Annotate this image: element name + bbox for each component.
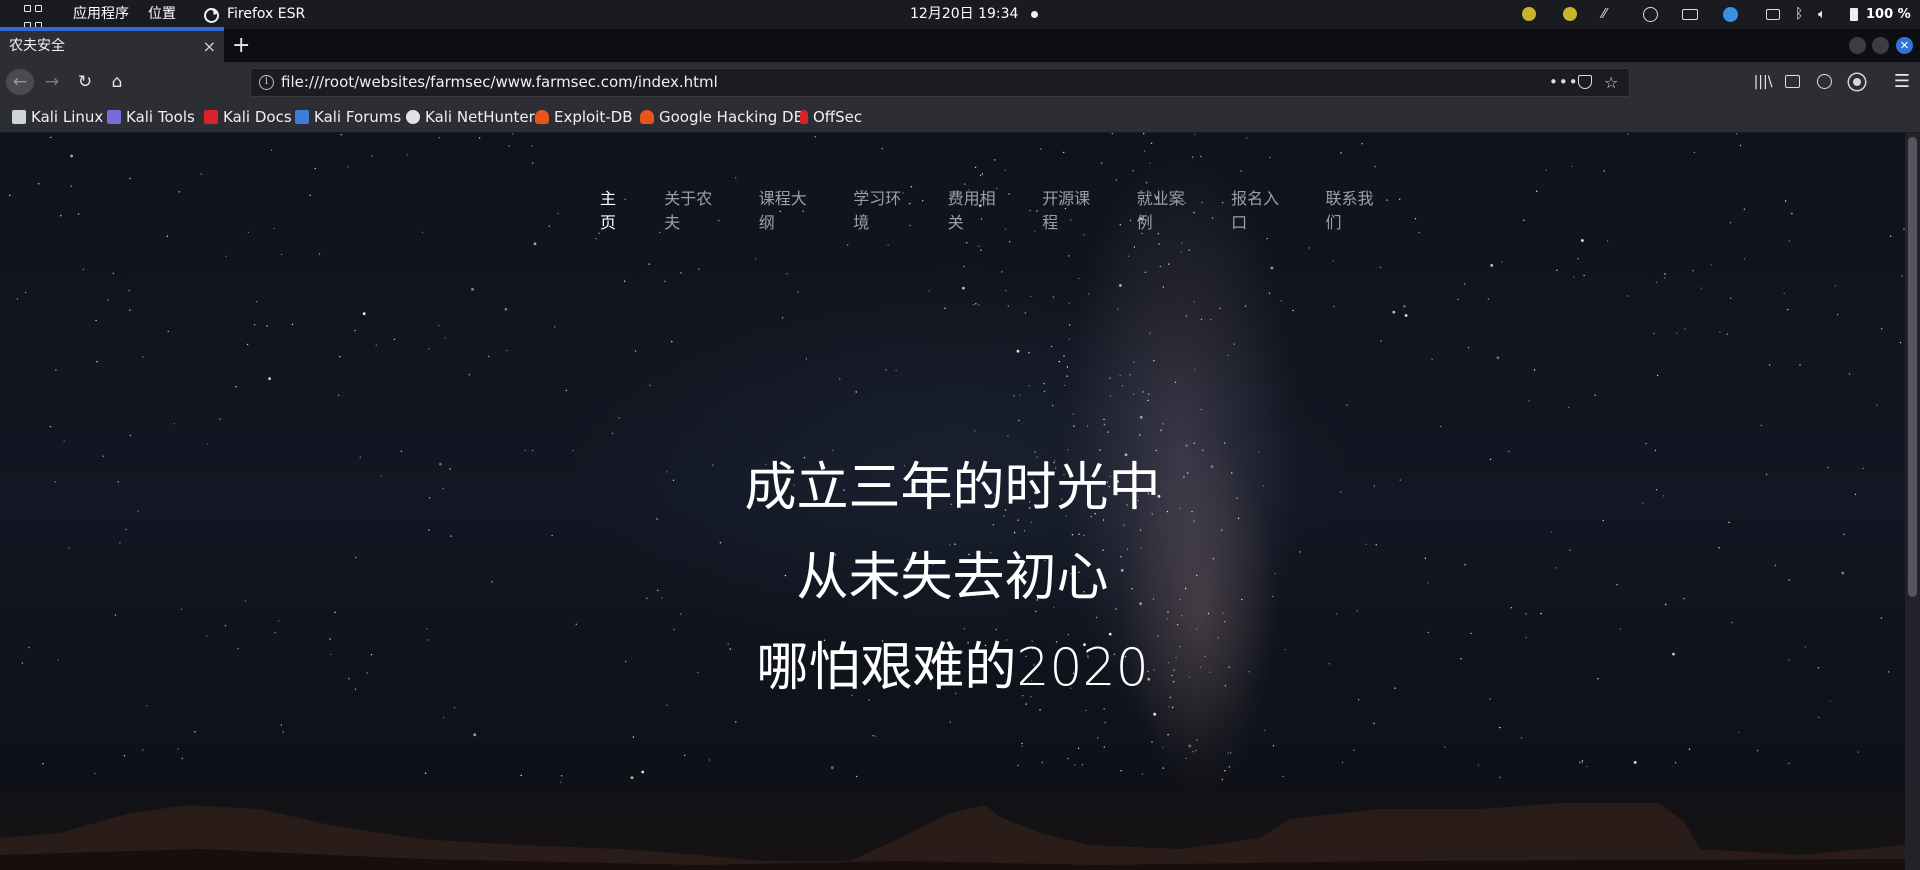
applications-menu[interactable]: 应用程序 bbox=[73, 0, 129, 29]
page-scrollbar[interactable] bbox=[1905, 133, 1920, 870]
clock[interactable]: 12月20日 19:34 bbox=[910, 0, 1018, 29]
maximize-button[interactable] bbox=[1872, 37, 1889, 54]
tab-close-icon[interactable]: × bbox=[203, 31, 216, 62]
hero-line-1: 成立三年的时光中 bbox=[744, 458, 1161, 518]
hero-line-2: 从未失去初心 bbox=[796, 548, 1109, 608]
minimize-button[interactable] bbox=[1849, 37, 1866, 54]
volume-icon[interactable]: 🔈︎ bbox=[1818, 0, 1826, 29]
navigation-toolbar: ← → ↻ ⌂ i file:///root/websites/farmsec/… bbox=[0, 62, 1920, 102]
ghdb-icon bbox=[640, 110, 654, 124]
places-menu[interactable]: 位置 bbox=[148, 0, 176, 29]
bookmark-kali-forums[interactable]: Kali Forums bbox=[295, 102, 401, 132]
system-top-bar: 应用程序 位置 Firefox ESR 12月20日 19:34 ⁄⁄ ᛒ 🔈︎… bbox=[0, 0, 1920, 29]
hero-line-3: 哪怕艰难的2020 bbox=[756, 638, 1149, 698]
kali-docs-icon bbox=[204, 110, 218, 124]
menu-icon[interactable]: ☰ bbox=[1892, 69, 1912, 95]
hero-text: 成立三年的时光中 从未失去初心 哪怕艰难的2020 bbox=[0, 443, 1905, 713]
bookmark-kali-tools[interactable]: Kali Tools bbox=[107, 102, 195, 132]
nav-syllabus[interactable]: 课程大纲 bbox=[759, 185, 819, 233]
nav-environment[interactable]: 学习环境 bbox=[853, 185, 913, 233]
tab-strip: 农夫安全 × + ✕ bbox=[0, 29, 1920, 62]
bookmark-kali-linux[interactable]: Kali Linux bbox=[12, 102, 103, 132]
bookmark-google-hacking-db[interactable]: Google Hacking DB bbox=[640, 102, 804, 132]
tray-activity-icon[interactable]: ⁄⁄ bbox=[1602, 0, 1606, 29]
bookmark-exploit-db[interactable]: Exploit-DB bbox=[535, 102, 633, 132]
kali-dragon-icon bbox=[12, 110, 26, 124]
nav-open-courses[interactable]: 开源课程 bbox=[1042, 185, 1102, 233]
bookmark-offsec[interactable]: OffSec bbox=[800, 102, 862, 132]
nav-registration[interactable]: 报名入口 bbox=[1231, 185, 1291, 233]
active-app-label[interactable]: Firefox ESR bbox=[227, 0, 305, 29]
scrollbar-thumb[interactable] bbox=[1908, 137, 1917, 597]
display-icon[interactable] bbox=[1766, 9, 1780, 20]
notification-dot bbox=[1031, 11, 1038, 18]
update-icon[interactable] bbox=[1723, 7, 1738, 22]
keyboard-icon[interactable] bbox=[1682, 9, 1698, 20]
tab-active[interactable]: 农夫安全 × bbox=[0, 29, 224, 62]
tab-title: 农夫安全 bbox=[9, 38, 65, 54]
url-text[interactable]: file:///root/websites/farmsec/www.farmse… bbox=[281, 69, 718, 96]
nav-home[interactable]: 主页 bbox=[600, 185, 630, 233]
nethunter-icon bbox=[406, 110, 420, 124]
tray-network-icon[interactable] bbox=[1643, 7, 1658, 22]
nav-employment-cases[interactable]: 就业案例 bbox=[1137, 185, 1197, 233]
kali-forums-icon bbox=[295, 110, 309, 124]
tray-app-icon-2[interactable] bbox=[1563, 7, 1577, 21]
kali-tools-icon bbox=[107, 110, 121, 124]
offsec-icon bbox=[800, 110, 808, 124]
page-actions-icon[interactable]: ••• bbox=[1549, 69, 1579, 96]
exploit-db-icon bbox=[535, 110, 549, 124]
bluetooth-icon[interactable]: ᛒ bbox=[1795, 0, 1803, 29]
page-content: 主页 关于农夫 课程大纲 学习环境 费用相关 开源课程 就业案例 报名入口 联系… bbox=[0, 133, 1905, 870]
close-window-button[interactable]: ✕ bbox=[1896, 37, 1913, 54]
new-tab-button[interactable]: + bbox=[232, 29, 250, 62]
battery-percent[interactable]: 100 % bbox=[1866, 0, 1911, 29]
url-bar[interactable]: i file:///root/websites/farmsec/www.farm… bbox=[250, 68, 1630, 97]
bookmark-kali-docs[interactable]: Kali Docs bbox=[204, 102, 292, 132]
battery-icon[interactable] bbox=[1850, 8, 1858, 21]
site-navigation: 主页 关于农夫 课程大纲 学习环境 费用相关 开源课程 就业案例 报名入口 联系… bbox=[600, 185, 1420, 233]
bookmarks-toolbar: Kali Linux Kali Tools Kali Docs Kali For… bbox=[0, 102, 1920, 133]
nav-fees[interactable]: 费用相关 bbox=[948, 185, 1008, 233]
extension-icon[interactable] bbox=[1849, 74, 1865, 90]
account-icon[interactable] bbox=[1817, 74, 1832, 89]
back-button[interactable]: ← bbox=[6, 69, 34, 95]
bookmark-star-icon[interactable]: ☆ bbox=[1604, 69, 1618, 96]
home-button[interactable]: ⌂ bbox=[105, 69, 129, 95]
info-icon[interactable]: i bbox=[259, 75, 274, 90]
library-icon[interactable]: |||\ bbox=[1752, 69, 1774, 95]
nav-about[interactable]: 关于农夫 bbox=[664, 185, 724, 233]
nav-contact[interactable]: 联系我们 bbox=[1326, 185, 1386, 233]
sidebar-icon[interactable] bbox=[1785, 75, 1800, 88]
tray-app-icon-1[interactable] bbox=[1522, 7, 1536, 21]
forward-button[interactable]: → bbox=[40, 69, 64, 95]
pocket-icon[interactable] bbox=[1578, 75, 1592, 89]
reload-button[interactable]: ↻ bbox=[73, 69, 97, 95]
bookmark-kali-nethunter[interactable]: Kali NetHunter bbox=[406, 102, 535, 132]
firefox-icon bbox=[203, 6, 220, 23]
